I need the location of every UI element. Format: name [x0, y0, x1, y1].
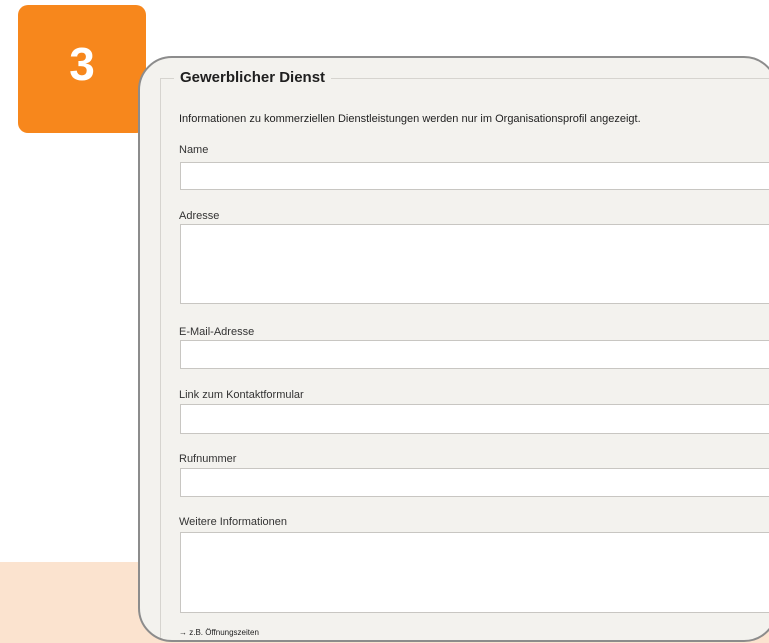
section-intro: Informationen zu kommerziellen Dienstlei… — [179, 113, 641, 125]
name-input[interactable] — [180, 162, 769, 190]
fieldset-left-border — [160, 78, 161, 640]
email-input[interactable] — [180, 340, 769, 369]
more-info-label: Weitere Informationen — [179, 516, 288, 528]
name-label: Name — [179, 144, 209, 156]
contact-link-input[interactable] — [180, 404, 769, 434]
address-textarea[interactable] — [180, 224, 769, 304]
more-info-textarea[interactable] — [180, 532, 769, 613]
phone-input[interactable] — [180, 468, 769, 497]
contact-link-label: Link zum Kontaktformular — [179, 389, 304, 401]
email-label: E-Mail-Adresse — [179, 326, 255, 338]
address-label: Adresse — [179, 210, 220, 222]
more-info-hint: → z.B. Öffnungszeiten — [179, 628, 259, 637]
fieldset: Gewerblicher Dienst Informationen zu kom… — [160, 58, 769, 640]
step-number-badge: 3 — [18, 5, 146, 133]
phone-label: Rufnummer — [179, 453, 237, 465]
form-panel: Gewerblicher Dienst Informationen zu kom… — [138, 56, 769, 642]
section-title: Gewerblicher Dienst — [174, 68, 332, 88]
